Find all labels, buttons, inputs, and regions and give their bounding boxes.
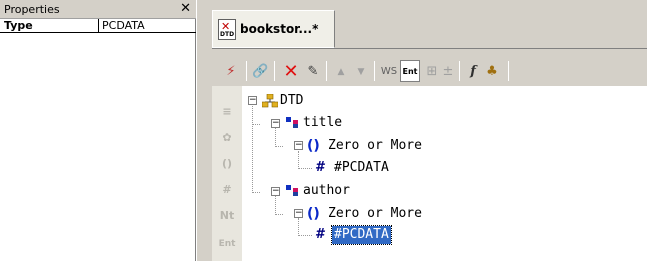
tree-group-occurrence[interactable]: Zero or More	[328, 205, 422, 223]
element-icon[interactable]: ≡	[217, 102, 237, 122]
toolbar: ⚡ 🔗 ✕ ✎ ▲ ▼ WS Ent ⊞ ± f ♣	[212, 57, 647, 85]
tree-connector	[298, 168, 312, 169]
dtd-editor: DTD bookstor...* ⚡ 🔗 ✕ ✎ ▲ ▼ WS Ent ⊞ ± …	[203, 0, 647, 261]
move-down-icon[interactable]: ▼	[354, 62, 368, 82]
tree-connector	[252, 192, 260, 193]
tree-pcdata-selected[interactable]: #PCDATA	[331, 225, 392, 245]
collapse-toggle[interactable]: −	[271, 119, 280, 128]
tab-bookstore[interactable]: DTD bookstor...*	[212, 10, 335, 48]
toolbar-separator	[246, 61, 247, 81]
edit-icon[interactable]: ✎	[305, 62, 321, 82]
tree-group-occurrence[interactable]: Zero or More	[328, 137, 422, 155]
column-divider	[98, 19, 99, 33]
tab-label: bookstor...*	[240, 22, 319, 36]
group-node-icon: ()	[307, 138, 320, 154]
dtd-file-icon: DTD	[218, 19, 236, 40]
toolbar-separator	[274, 61, 275, 81]
properties-title: Properties	[4, 3, 60, 16]
dtd-root-icon	[262, 94, 278, 108]
tree-element-title[interactable]: title	[303, 114, 342, 132]
property-value[interactable]: PCDATA	[102, 19, 145, 33]
tree-connector	[298, 235, 312, 236]
properties-panel: Properties ✕ Type PCDATA	[0, 0, 196, 261]
collapse-toggle[interactable]: −	[271, 187, 280, 196]
tree-pcdata[interactable]: #PCDATA	[334, 159, 389, 177]
close-icon[interactable]: ✕	[180, 1, 191, 17]
toolbar-separator	[374, 61, 375, 81]
toolbar-separator	[459, 61, 460, 81]
delete-icon[interactable]: ✕	[282, 62, 300, 82]
toolbar-separator	[326, 61, 327, 81]
tree-connector	[275, 196, 276, 215]
group-node-icon: ()	[307, 206, 320, 222]
palette-gutter: ≡ ✿ () # Nt Ent	[212, 86, 242, 261]
collapse-toggle[interactable]: −	[294, 209, 303, 218]
tree-icon[interactable]: ♣	[484, 62, 500, 82]
element-node-icon	[286, 117, 302, 129]
pcdata-icon[interactable]: #	[217, 180, 237, 200]
tree-connector	[275, 146, 283, 147]
entity-icon[interactable]: Ent	[217, 234, 237, 254]
group-icon[interactable]: ()	[217, 154, 237, 174]
plus-minus-icon[interactable]: ±	[442, 62, 454, 82]
dtd-tree-view[interactable]: ≡ ✿ () # Nt Ent − DTD − title − () Zero …	[212, 86, 647, 261]
tree-connector	[275, 214, 283, 215]
tree-element-author[interactable]: author	[303, 182, 350, 200]
tree-connector	[252, 101, 253, 193]
validate-icon[interactable]: ⚡	[224, 62, 238, 82]
tree-connector	[275, 128, 276, 147]
collapse-toggle[interactable]: −	[294, 141, 303, 150]
property-key: Type	[4, 19, 33, 32]
move-up-icon[interactable]: ▲	[334, 62, 348, 82]
check-icon[interactable]: 🔗	[252, 62, 268, 82]
ws-label[interactable]: WS	[380, 62, 398, 82]
attribute-icon[interactable]: ✿	[217, 128, 237, 148]
dtd-file-icon-text: DTD	[220, 31, 235, 38]
tree-connector	[298, 218, 299, 236]
function-icon[interactable]: f	[466, 62, 480, 82]
toolbar-separator	[508, 61, 509, 81]
collapse-toggle[interactable]: −	[248, 96, 257, 105]
tree-connector	[298, 151, 299, 169]
tree-root-label[interactable]: DTD	[280, 92, 303, 110]
tree-connector	[252, 124, 260, 125]
tab-divider	[212, 48, 647, 49]
notation-icon[interactable]: Nt	[217, 206, 237, 226]
properties-header: Properties ✕	[0, 0, 196, 19]
attr-icon[interactable]: ⊞	[424, 62, 440, 82]
pcdata-node-icon: #	[315, 227, 325, 242]
ent-icon[interactable]: Ent	[400, 60, 420, 82]
tree: − DTD − title − () Zero or More # #PCDAT…	[242, 86, 647, 261]
element-node-icon	[286, 185, 302, 197]
pcdata-node-icon: #	[315, 160, 325, 175]
